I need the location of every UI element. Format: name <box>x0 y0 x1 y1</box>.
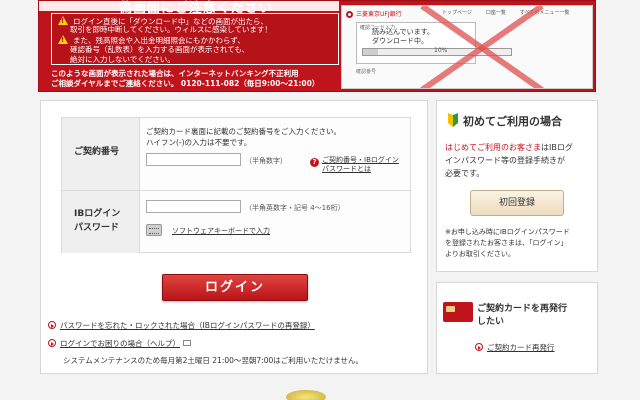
warning-line: また、残高照会や入出金明細照会にもかかわらず、 <box>58 35 245 45</box>
maintenance-notice: システムメンテナンスのため毎月第2土曜日 21:00～翌朝7:00はご利用いただ… <box>63 356 364 365</box>
arrow-circle-icon <box>48 321 56 329</box>
contract-label-cell: ご契約番号 <box>62 118 140 190</box>
card-reissue-title: ご契約カードを再発行 したい <box>477 304 568 327</box>
login-panel: ご契約番号 IBログイン パスワード ご契約カード裏面に記載のご契約番号をご入力… <box>40 100 428 374</box>
page: 偽画面にご注意ください ログイン直後に「ダウンロード中」などの画面が出たら、 取… <box>0 0 640 400</box>
fake-screen-example: 三菱東京UFJ銀行 トップページ 口座一覧 すべてのメニュー一覧 確認コード入力 読… <box>341 5 593 89</box>
forgot-password-link-row: パスワードを忘れた・ロックされた場合（IBログインパスワードの再登録） <box>48 320 315 331</box>
warning-line: 取引を即時中断してください。ウィルスに感染しています！ <box>70 25 272 34</box>
warning-icon <box>58 35 68 45</box>
warning-icon <box>58 16 68 26</box>
contract-label: ご契約番号 <box>74 147 120 157</box>
contract-help-link[interactable]: ご契約番号・IBログイン パスワードとは <box>322 156 399 174</box>
first-time-title: 初めてご利用の場合 <box>447 113 562 129</box>
login-button[interactable]: ログイン <box>162 274 308 301</box>
keyboard-icon[interactable] <box>146 224 162 236</box>
help-icon[interactable]: ? <box>310 158 319 167</box>
contract-number-input[interactable] <box>146 153 241 166</box>
card-reissue-link-row: ご契約カード再発行 <box>475 342 555 353</box>
warning-line: 絶対に入力しないでください。 <box>70 55 175 64</box>
initial-registration-button[interactable]: 初回登録 <box>470 190 564 216</box>
login-help-link-row: ログインでお困りの場合（ヘルプ） <box>48 338 191 349</box>
contract-input-note: （半角数字） <box>245 157 287 165</box>
warning-line: 確認番号（乱数表）を入力する画面が表示されても、 <box>70 45 250 54</box>
external-window-icon <box>183 340 191 346</box>
forgot-password-link[interactable]: パスワードを忘れた・ロックされた場合（IBログインパスワードの再登録） <box>60 321 315 330</box>
banner-note: このような画面が表示された場合は、インターネットバンキング不正利用 ご相談ダイヤ… <box>51 69 320 88</box>
login-help-link[interactable]: ログインでお困りの場合（ヘルプ） <box>60 339 180 348</box>
software-keyboard-link[interactable]: ソフトウェアキーボードで入力 <box>172 226 270 236</box>
card-reissue-link[interactable]: ご契約カード再発行 <box>487 343 555 352</box>
card-reissue-panel: ご契約カードを再発行 したい ご契約カード再発行 <box>436 282 598 374</box>
password-label-cell: IBログイン パスワード <box>62 191 140 253</box>
password-input-note: （半角英数字・記号 4～16桁） <box>245 204 345 212</box>
login-form: ご契約番号 IBログイン パスワード ご契約カード裏面に記載のご契約番号をご入力… <box>61 117 411 253</box>
fraud-warning-banner: 偽画面にご注意ください ログイン直後に「ダウンロード中」などの画面が出たら、 取… <box>38 0 596 92</box>
warning-box: ログイン直後に「ダウンロード中」などの画面が出たら、 取引を即時中断してください… <box>51 13 339 65</box>
arrow-circle-icon <box>48 339 56 347</box>
contract-card-icon <box>443 302 473 322</box>
arrow-circle-icon <box>475 343 483 351</box>
beginner-mark-icon <box>448 113 458 127</box>
contract-hint: ご契約カード裏面に記載のご契約番号をご入力ください。 ハイフン(-)の入力は不要… <box>146 127 341 147</box>
cross-mark-icon <box>420 6 544 88</box>
bottom-decoration <box>286 390 326 400</box>
first-time-description: はじめてご利用のお客さまはIBログ インパスワード等の登録手続きが 必要です。 <box>445 143 573 178</box>
first-time-note: ※お申し込み時にIBログインパスワード を登録されたお客さまは、「ログイン」 よ… <box>445 228 570 258</box>
ib-password-input[interactable] <box>146 200 241 213</box>
first-time-panel: 初めてご利用の場合 はじめてご利用のお客さまはIBログ インパスワード等の登録手… <box>436 100 598 272</box>
password-label: IBログイン パスワード <box>74 209 121 233</box>
